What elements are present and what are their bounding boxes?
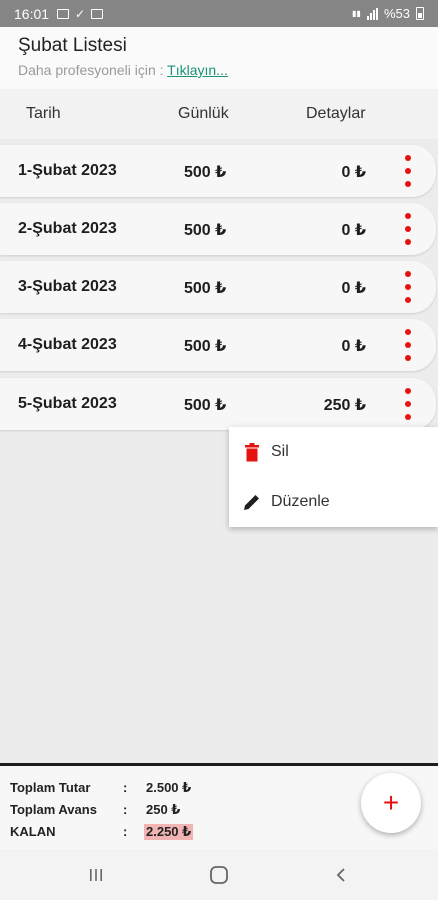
battery-text: %53 bbox=[383, 6, 410, 21]
row-detail: 0 ₺ bbox=[341, 280, 366, 297]
total-value: 2.500 ₺ bbox=[146, 780, 192, 795]
column-headers: Tarih Günlük Detaylar bbox=[0, 89, 438, 139]
row-daily: 500 ₺ bbox=[184, 222, 227, 239]
gallery-icon bbox=[57, 8, 70, 19]
pro-link[interactable]: Tıklayın... bbox=[167, 62, 228, 78]
row-detail: 250 ₺ bbox=[323, 397, 366, 414]
table-row[interactable]: 3-Şubat 2023 500 ₺ 0 ₺ bbox=[0, 261, 436, 313]
delete-menu-item[interactable]: Sil bbox=[229, 427, 438, 477]
column-header-daily: Günlük bbox=[178, 105, 229, 122]
more-vert-icon[interactable] bbox=[400, 271, 416, 303]
table-row[interactable]: 5-Şubat 2023 500 ₺ 250 ₺ bbox=[0, 378, 436, 430]
edit-menu-item[interactable]: Düzenle bbox=[229, 477, 438, 527]
row-context-menu: Sil Düzenle bbox=[229, 427, 438, 527]
row-date: 2-Şubat 2023 bbox=[18, 220, 117, 237]
plus-icon: + bbox=[382, 787, 400, 818]
add-button[interactable]: + bbox=[361, 773, 421, 833]
separator: : bbox=[123, 802, 128, 817]
app-header: Şubat Listesi Daha profesyoneli için : T… bbox=[0, 27, 438, 89]
row-daily: 500 ₺ bbox=[184, 397, 227, 414]
table-row[interactable]: 1-Şubat 2023 500 ₺ 0 ₺ bbox=[0, 145, 436, 197]
row-daily: 500 ₺ bbox=[184, 280, 227, 297]
total-label: Toplam Tutar bbox=[10, 780, 91, 795]
row-date: 4-Şubat 2023 bbox=[18, 336, 117, 353]
volte-icon: ▮▮ bbox=[352, 8, 361, 18]
remaining-value: 2.250 ₺ bbox=[144, 824, 194, 840]
row-date: 1-Şubat 2023 bbox=[18, 162, 117, 179]
more-vert-icon[interactable] bbox=[400, 155, 416, 187]
separator: : bbox=[123, 824, 128, 839]
totals-summary: Toplam Tutar : 2.500 ₺ Toplam Avans : 25… bbox=[10, 778, 230, 844]
battery-icon bbox=[416, 7, 424, 20]
more-vert-icon[interactable] bbox=[400, 388, 416, 420]
status-time: 16:01 bbox=[14, 5, 50, 22]
table-row[interactable]: 4-Şubat 2023 500 ₺ 0 ₺ bbox=[0, 319, 436, 371]
row-daily: 500 ₺ bbox=[184, 338, 227, 355]
delete-label: Sil bbox=[271, 443, 289, 460]
system-nav-bar bbox=[0, 849, 438, 900]
subtitle-text: Daha profesyoneli için : bbox=[18, 62, 168, 78]
page-title: Şubat Listesi bbox=[18, 35, 127, 56]
back-icon[interactable] bbox=[326, 861, 356, 889]
advance-value: 250 ₺ bbox=[146, 802, 181, 817]
check-icon: ✓ bbox=[75, 6, 86, 21]
pencil-icon bbox=[241, 491, 263, 513]
status-bar: 16:01 ✓ ▮▮ %53 bbox=[0, 0, 438, 27]
recent-apps-icon[interactable] bbox=[81, 861, 111, 889]
signal-icon bbox=[366, 7, 378, 20]
more-vert-icon[interactable] bbox=[400, 213, 416, 245]
row-detail: 0 ₺ bbox=[341, 222, 366, 239]
more-vert-icon[interactable] bbox=[400, 329, 416, 361]
separator: : bbox=[123, 780, 128, 795]
table-row[interactable]: 2-Şubat 2023 500 ₺ 0 ₺ bbox=[0, 203, 436, 255]
column-header-date: Tarih bbox=[26, 105, 61, 122]
row-detail: 0 ₺ bbox=[341, 338, 366, 355]
row-date: 5-Şubat 2023 bbox=[18, 395, 117, 412]
row-date: 3-Şubat 2023 bbox=[18, 278, 117, 295]
advance-label: Toplam Avans bbox=[10, 802, 97, 817]
row-detail: 0 ₺ bbox=[341, 164, 366, 181]
translate-icon bbox=[91, 8, 104, 19]
row-daily: 500 ₺ bbox=[184, 164, 227, 181]
subtitle: Daha profesyoneli için : Tıklayın... bbox=[18, 62, 420, 78]
remaining-label: KALAN bbox=[10, 824, 56, 839]
edit-label: Düzenle bbox=[271, 493, 330, 510]
trash-icon bbox=[241, 441, 263, 463]
column-header-details: Detaylar bbox=[306, 105, 366, 122]
home-icon[interactable] bbox=[204, 861, 234, 889]
